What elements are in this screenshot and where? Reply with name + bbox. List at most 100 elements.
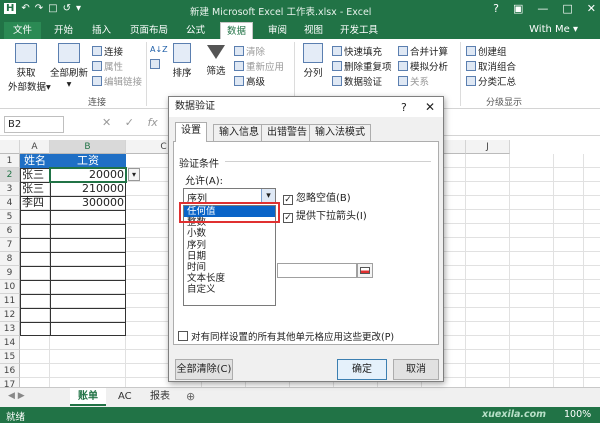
consolidate-button[interactable]: 合并计算 (398, 44, 448, 58)
edit-links-button[interactable]: 编辑链接 (92, 74, 142, 88)
table-cell[interactable]: 300000 (50, 196, 126, 210)
ignore-blank-checkbox[interactable]: ✓ 忽略空值(B) (283, 189, 351, 205)
row-header[interactable]: 11 (0, 294, 20, 308)
enter-formula-icon[interactable]: ✓ (125, 116, 134, 129)
row-header[interactable]: 16 (0, 364, 20, 378)
tab-page-layout[interactable]: 页面布局 (124, 22, 174, 39)
option-text-length[interactable]: 文本长度 (184, 273, 275, 284)
active-cell[interactable] (49, 167, 127, 183)
row-header[interactable]: 9 (0, 266, 20, 280)
dialog-close-icon[interactable]: ✕ (425, 100, 435, 114)
row-header[interactable]: 8 (0, 252, 20, 266)
name-box[interactable]: B2 (4, 116, 64, 133)
clear-filter-button[interactable]: 清除 (234, 44, 265, 58)
ungroup-button[interactable]: 取消组合 (466, 59, 516, 73)
zoom-level[interactable]: 100% (564, 409, 591, 420)
in-cell-dropdown-checkbox[interactable]: ✓ 提供下拉箭头(I) (283, 207, 367, 223)
insert-function-icon[interactable]: fx (147, 116, 157, 129)
tab-view[interactable]: 视图 (298, 22, 329, 39)
subtotal-button[interactable]: 分类汇总 (466, 74, 516, 88)
tab-ime-mode[interactable]: 输入法模式 (309, 124, 371, 141)
cancel-formula-icon[interactable]: ✕ (102, 116, 111, 129)
column-header[interactable]: B (50, 140, 126, 154)
touch-icon[interactable]: ↺ (63, 3, 71, 14)
sheet-tab-ac[interactable]: AC (110, 388, 140, 406)
group-button[interactable]: 创建组 (466, 44, 507, 58)
row-header[interactable]: 6 (0, 224, 20, 238)
ribbon-display-icon[interactable]: ▣ (513, 2, 523, 15)
select-all-corner[interactable] (0, 140, 20, 154)
row-header[interactable]: 12 (0, 308, 20, 322)
column-header[interactable]: J (466, 140, 510, 154)
table-cell[interactable]: 张三 (20, 168, 50, 182)
row-header[interactable]: 10 (0, 280, 20, 294)
tab-developer[interactable]: 开发工具 (334, 22, 384, 39)
row-header[interactable]: 14 (0, 336, 20, 350)
connections-button[interactable]: 连接 (92, 44, 123, 58)
refresh-all-button[interactable]: 全部刷新 ▾ (50, 43, 88, 90)
tab-data[interactable]: 数据 (220, 22, 254, 39)
dialog-help-icon[interactable]: ? (401, 101, 407, 114)
table-cell[interactable]: 张三 (20, 182, 50, 196)
source-input[interactable] (277, 263, 357, 278)
table-header-cell[interactable]: 工资 (50, 154, 126, 168)
row-header[interactable]: 4 (0, 196, 20, 210)
row-header[interactable]: 7 (0, 238, 20, 252)
row-header[interactable]: 13 (0, 322, 20, 336)
advanced-filter-button[interactable]: 高级 (234, 74, 265, 88)
get-external-data-button[interactable]: 获取 外部数据▾ (8, 43, 51, 93)
cancel-button[interactable]: 取消 (393, 359, 439, 380)
range-select-icon[interactable] (357, 263, 373, 278)
close-icon[interactable]: ✕ (587, 2, 596, 15)
properties-button[interactable]: 属性 (92, 59, 123, 73)
clear-all-button[interactable]: 全部清除(C) (175, 359, 233, 380)
table-cell[interactable]: 210000 (50, 182, 126, 196)
tab-error-alert[interactable]: 出错警告 (261, 124, 313, 141)
table-header-cell[interactable]: 姓名 (20, 154, 50, 168)
chevron-down-icon[interactable]: ▾ (261, 189, 275, 203)
row-header[interactable]: 1 (0, 154, 20, 168)
relationships-button[interactable]: 关系 (398, 74, 429, 88)
row-header[interactable]: 17 (0, 378, 20, 387)
option-custom[interactable]: 自定义 (184, 284, 275, 295)
sheet-tab-report[interactable]: 报表 (142, 388, 178, 406)
tab-settings[interactable]: 设置 (175, 122, 207, 142)
tab-review[interactable]: 审阅 (262, 22, 293, 39)
flash-fill-button[interactable]: 快速填充 (332, 44, 382, 58)
row-header[interactable]: 5 (0, 210, 20, 224)
table-cell[interactable]: 李四 (20, 196, 50, 210)
sheet-nav-icon[interactable]: ◀ ▶ (8, 391, 25, 401)
remove-duplicates-button[interactable]: 删除重复项 (332, 59, 392, 73)
tab-input-message[interactable]: 输入信息 (213, 124, 265, 141)
ok-button[interactable]: 确定 (337, 359, 387, 380)
add-sheet-icon[interactable]: ⊕ (186, 390, 195, 403)
option-decimal[interactable]: 小数 (184, 228, 275, 239)
tab-file[interactable]: 文件 (4, 22, 42, 39)
row-header[interactable]: 15 (0, 350, 20, 364)
help-icon[interactable]: ? (493, 2, 499, 15)
apply-all-checkbox[interactable]: 对有同样设置的所有其他单元格应用这些更改(P) (178, 329, 394, 343)
column-header[interactable]: A (20, 140, 50, 154)
text-to-columns-button[interactable]: 分列 (300, 43, 326, 79)
filter-button[interactable]: 筛选 (204, 43, 228, 77)
sort-az-icon[interactable]: A↓Z (150, 45, 168, 54)
option-date[interactable]: 日期 (184, 251, 275, 262)
maximize-icon[interactable]: □ (562, 2, 572, 15)
option-list[interactable]: 序列 (184, 240, 275, 251)
what-if-analysis-button[interactable]: 模拟分析 (398, 59, 448, 73)
data-validation-button[interactable]: 数据验证 (332, 74, 382, 88)
reapply-button[interactable]: 重新应用 (234, 59, 284, 73)
sort-za-icon[interactable] (150, 59, 160, 69)
row-header[interactable]: 3 (0, 182, 20, 196)
tab-home[interactable]: 开始 (48, 22, 79, 39)
user-account[interactable]: With Me ▾ (529, 24, 578, 35)
sheet-tab-bill[interactable]: 账单 (70, 388, 106, 406)
cell-dropdown-arrow-icon[interactable]: ▾ (128, 168, 140, 181)
sort-button[interactable]: 排序 (170, 43, 194, 79)
row-header[interactable]: 2 (0, 168, 20, 182)
customize-qat-icon[interactable]: ▾ (76, 3, 81, 14)
minimize-icon[interactable]: — (537, 2, 548, 15)
tab-formulas[interactable]: 公式 (180, 22, 211, 39)
save-icon[interactable]: ↶ (21, 3, 29, 14)
undo-icon[interactable]: ↷ (35, 3, 43, 14)
